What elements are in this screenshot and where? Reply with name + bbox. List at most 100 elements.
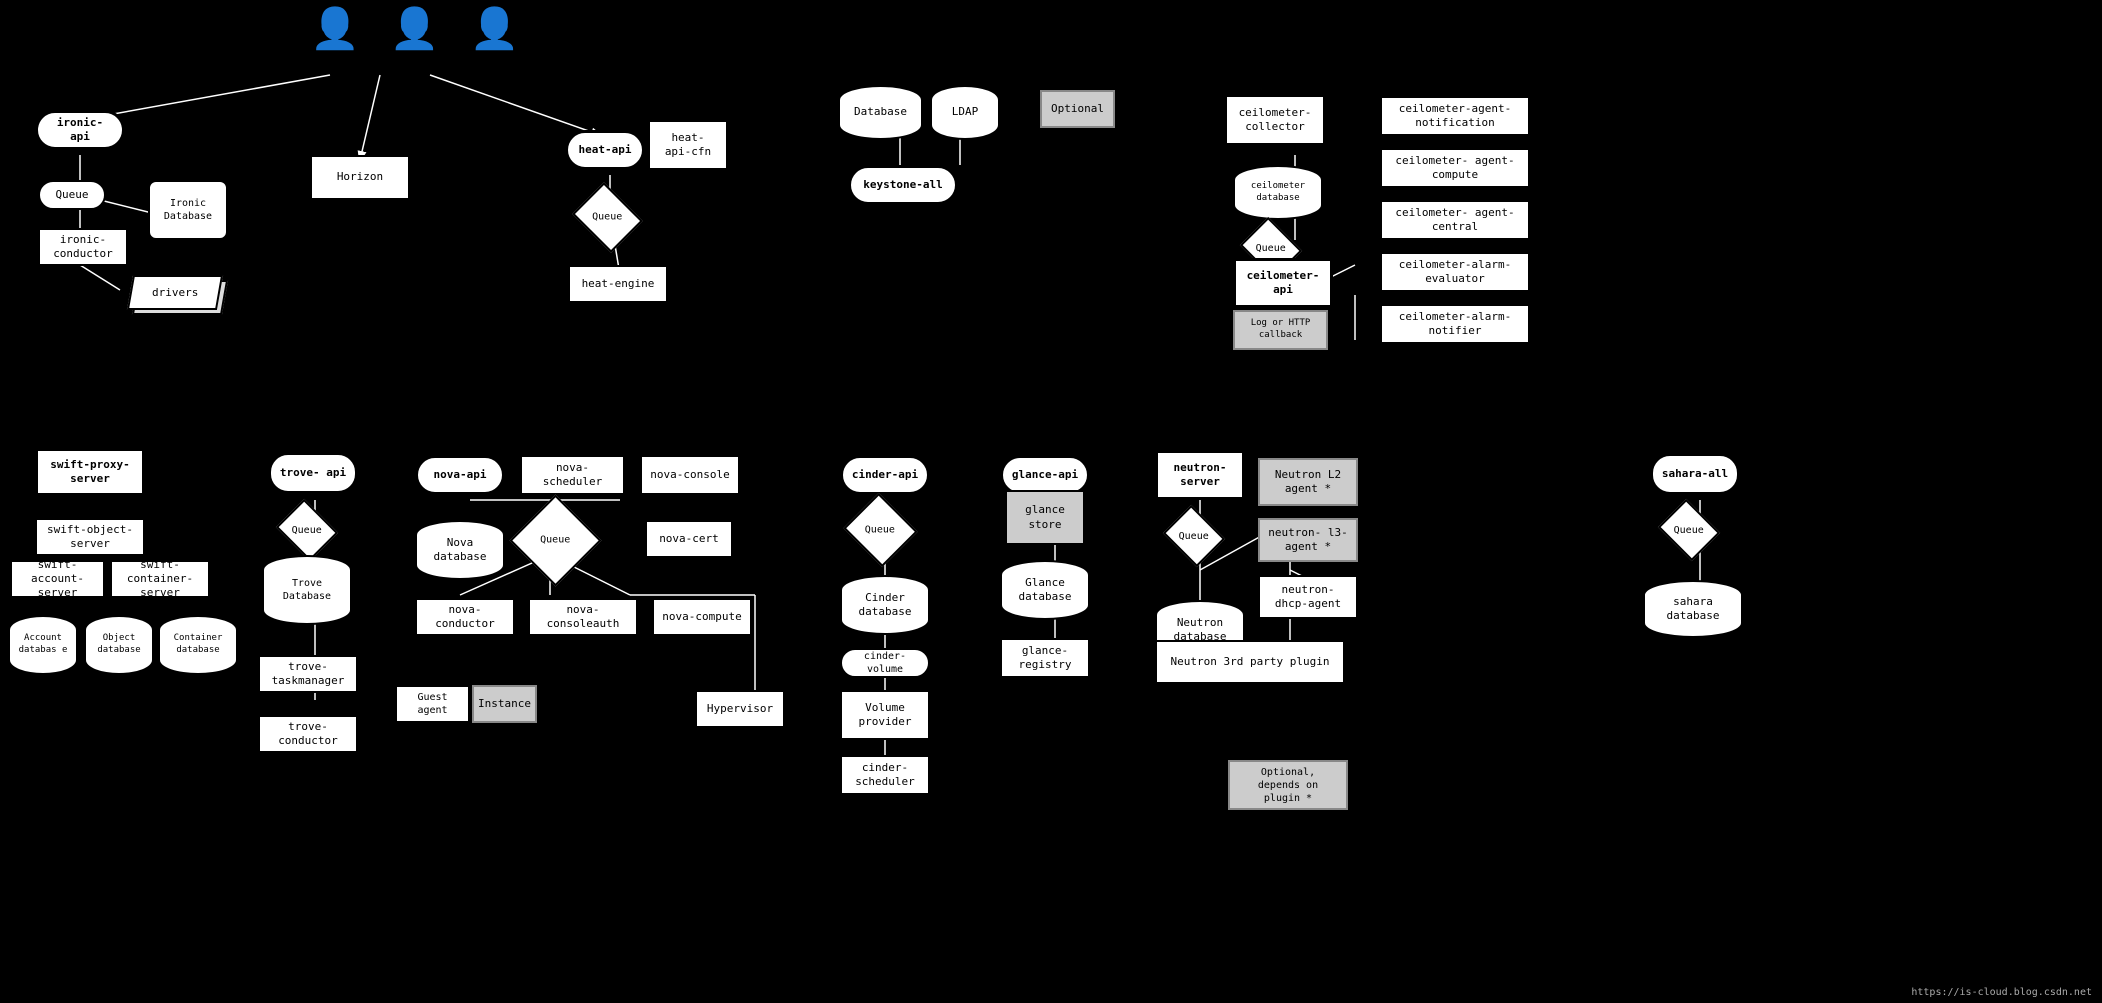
sahara-all-node: sahara-all [1650,453,1740,495]
nova-conductor-node: nova- conductor [415,598,515,636]
horizon-label: Horizon [337,170,383,184]
neutron-l3-agent-node: neutron- l3-agent * [1258,518,1358,562]
optional-neutron-label: Optional, depends on plugin * [1238,766,1338,805]
ceilometer-alarm-notifier-label: ceilometer-alarm- notifier [1390,310,1520,339]
trove-taskmanager-label: trove- taskmanager [268,660,348,689]
watermark-text: https://is-cloud.blog.csdn.net [1911,987,2092,998]
heat-api-cfn-node: heat- api-cfn [648,120,728,170]
optional-neutron-node: Optional, depends on plugin * [1228,760,1348,810]
trove-api-label: trove- api [280,466,346,480]
swift-account-server-label: swift-account- server [20,558,95,601]
ceilometer-alarm-evaluator-label: ceilometer-alarm- evaluator [1390,258,1520,287]
instance-label: Instance [478,697,531,711]
queue-neutron-label: Queue [1179,530,1209,541]
drivers-node: drivers [127,275,223,310]
volume-provider-node: Volume provider [840,690,930,740]
neutron-dhcp-agent-label: neutron- dhcp-agent [1268,583,1348,612]
glance-store-label: glance store [1015,503,1075,532]
ironic-api-label: ironic- api [46,116,114,145]
trove-taskmanager-node: trove- taskmanager [258,655,358,693]
swift-account-server-node: swift-account- server [10,560,105,598]
cinder-scheduler-node: cinder- scheduler [840,755,930,795]
cinder-scheduler-label: cinder- scheduler [850,761,920,790]
ironic-database-node: Ironic Database [148,180,228,240]
ceilometer-agent-notification-label: ceilometer-agent- notification [1390,102,1520,131]
trove-database-node: Trove Database [262,555,352,625]
swift-container-server-node: swift-container- server [110,560,210,598]
database-keystone-node: Database [838,85,923,140]
cinder-volume-node: cinder-volume [840,648,930,678]
nova-compute-node: nova-compute [652,598,752,636]
trove-api-node: trove- api [268,452,358,494]
ironic-database-label: Ironic Database [156,197,220,223]
ceilometer-alarm-notifier-node: ceilometer-alarm- notifier [1380,304,1530,344]
nova-conductor-label: nova- conductor [425,603,505,632]
optional-keystone-node: Optional [1040,90,1115,128]
object-database-node: Object database [84,615,154,675]
sahara-all-label: sahara-all [1662,467,1728,481]
heat-api-label: heat-api [579,143,632,157]
cinder-database-label: Cinder database [848,591,922,620]
queue-nova-label: Queue [540,535,570,546]
trove-database-label: Trove Database [270,577,344,603]
volume-provider-label: Volume provider [850,701,920,730]
queue-trove-node: Queue [276,499,338,561]
queue-heat-label: Queue [592,212,622,223]
ceilometer-agent-central-label: ceilometer- agent-central [1390,206,1520,235]
neutron-l2-agent-label: Neutron L2 agent * [1268,468,1348,497]
nova-database-node: Nova database [415,520,505,580]
nova-compute-label: nova-compute [662,610,741,624]
neutron-3rd-party-label: Neutron 3rd party plugin [1171,655,1330,669]
heat-api-cfn-label: heat- api-cfn [658,131,718,160]
ceilometer-database-node: ceilometer database [1233,165,1323,220]
swift-container-server-label: swift-container- server [120,558,200,601]
glance-registry-node: glance- registry [1000,638,1090,678]
ceilometer-collector-node: ceilometer- collector [1225,95,1325,145]
swift-proxy-server-label: swift-proxy- server [46,458,134,487]
horizon-node: Horizon [310,155,410,200]
swift-object-server-label: swift-object- server [45,523,135,552]
nova-consoleauth-node: nova- consoleauth [528,598,638,636]
nova-scheduler-label: nova-scheduler [530,461,615,490]
user-icon-1: 👤 [310,5,360,52]
sahara-database-node: sahara database [1643,580,1743,638]
queue-ceilometer-label: Queue [1256,242,1286,253]
glance-api-node: glance-api [1000,455,1090,495]
nova-console-label: nova-console [650,468,729,482]
ironic-api-node: ironic- api [35,110,125,150]
ceilometer-agent-compute-node: ceilometer- agent-compute [1380,148,1530,188]
queue-cinder-node: Queue [843,493,917,567]
nova-cert-node: nova-cert [645,520,733,558]
nova-scheduler-node: nova-scheduler [520,455,625,495]
cinder-api-node: cinder-api [840,455,930,495]
user-icon-2: 👤 [390,5,440,52]
queue-cinder-label: Queue [865,524,895,535]
container-database-node: Container database [158,615,238,675]
cinder-database-node: Cinder database [840,575,930,635]
queue-trove-label: Queue [292,524,322,535]
queue-sahara-label: Queue [1674,524,1704,535]
hypervisor-node: Hypervisor [695,690,785,728]
heat-api-node: heat-api [565,130,645,170]
glance-api-label: glance-api [1012,468,1078,482]
queue-ironic-label: Queue [55,188,88,202]
heat-engine-node: heat-engine [568,265,668,303]
ldap-keystone-node: LDAP [930,85,1000,140]
queue-ironic-node: Queue [38,180,106,210]
log-callback-node: Log or HTTP callback [1233,310,1328,350]
ceilometer-collector-label: ceilometer- collector [1235,106,1315,135]
queue-heat-node: Queue [572,182,643,253]
nova-api-node: nova-api [415,455,505,495]
architecture-diagram: 👤 👤 👤 ironic- api Queue Ironic Database … [0,0,2102,1003]
users-group: 👤 👤 👤 [310,5,519,52]
neutron-l2-agent-node: Neutron L2 agent * [1258,458,1358,506]
ceilometer-agent-central-node: ceilometer- agent-central [1380,200,1530,240]
database-keystone-label: Database [854,105,907,119]
nova-api-label: nova-api [434,468,487,482]
swift-object-server-node: swift-object- server [35,518,145,556]
keystone-all-node: keystone-all [848,165,958,205]
nova-database-label: Nova database [423,536,497,565]
neutron-server-node: neutron- server [1155,450,1245,500]
guest-agent-node: Guest agent [395,685,470,723]
nova-consoleauth-label: nova- consoleauth [538,603,628,632]
